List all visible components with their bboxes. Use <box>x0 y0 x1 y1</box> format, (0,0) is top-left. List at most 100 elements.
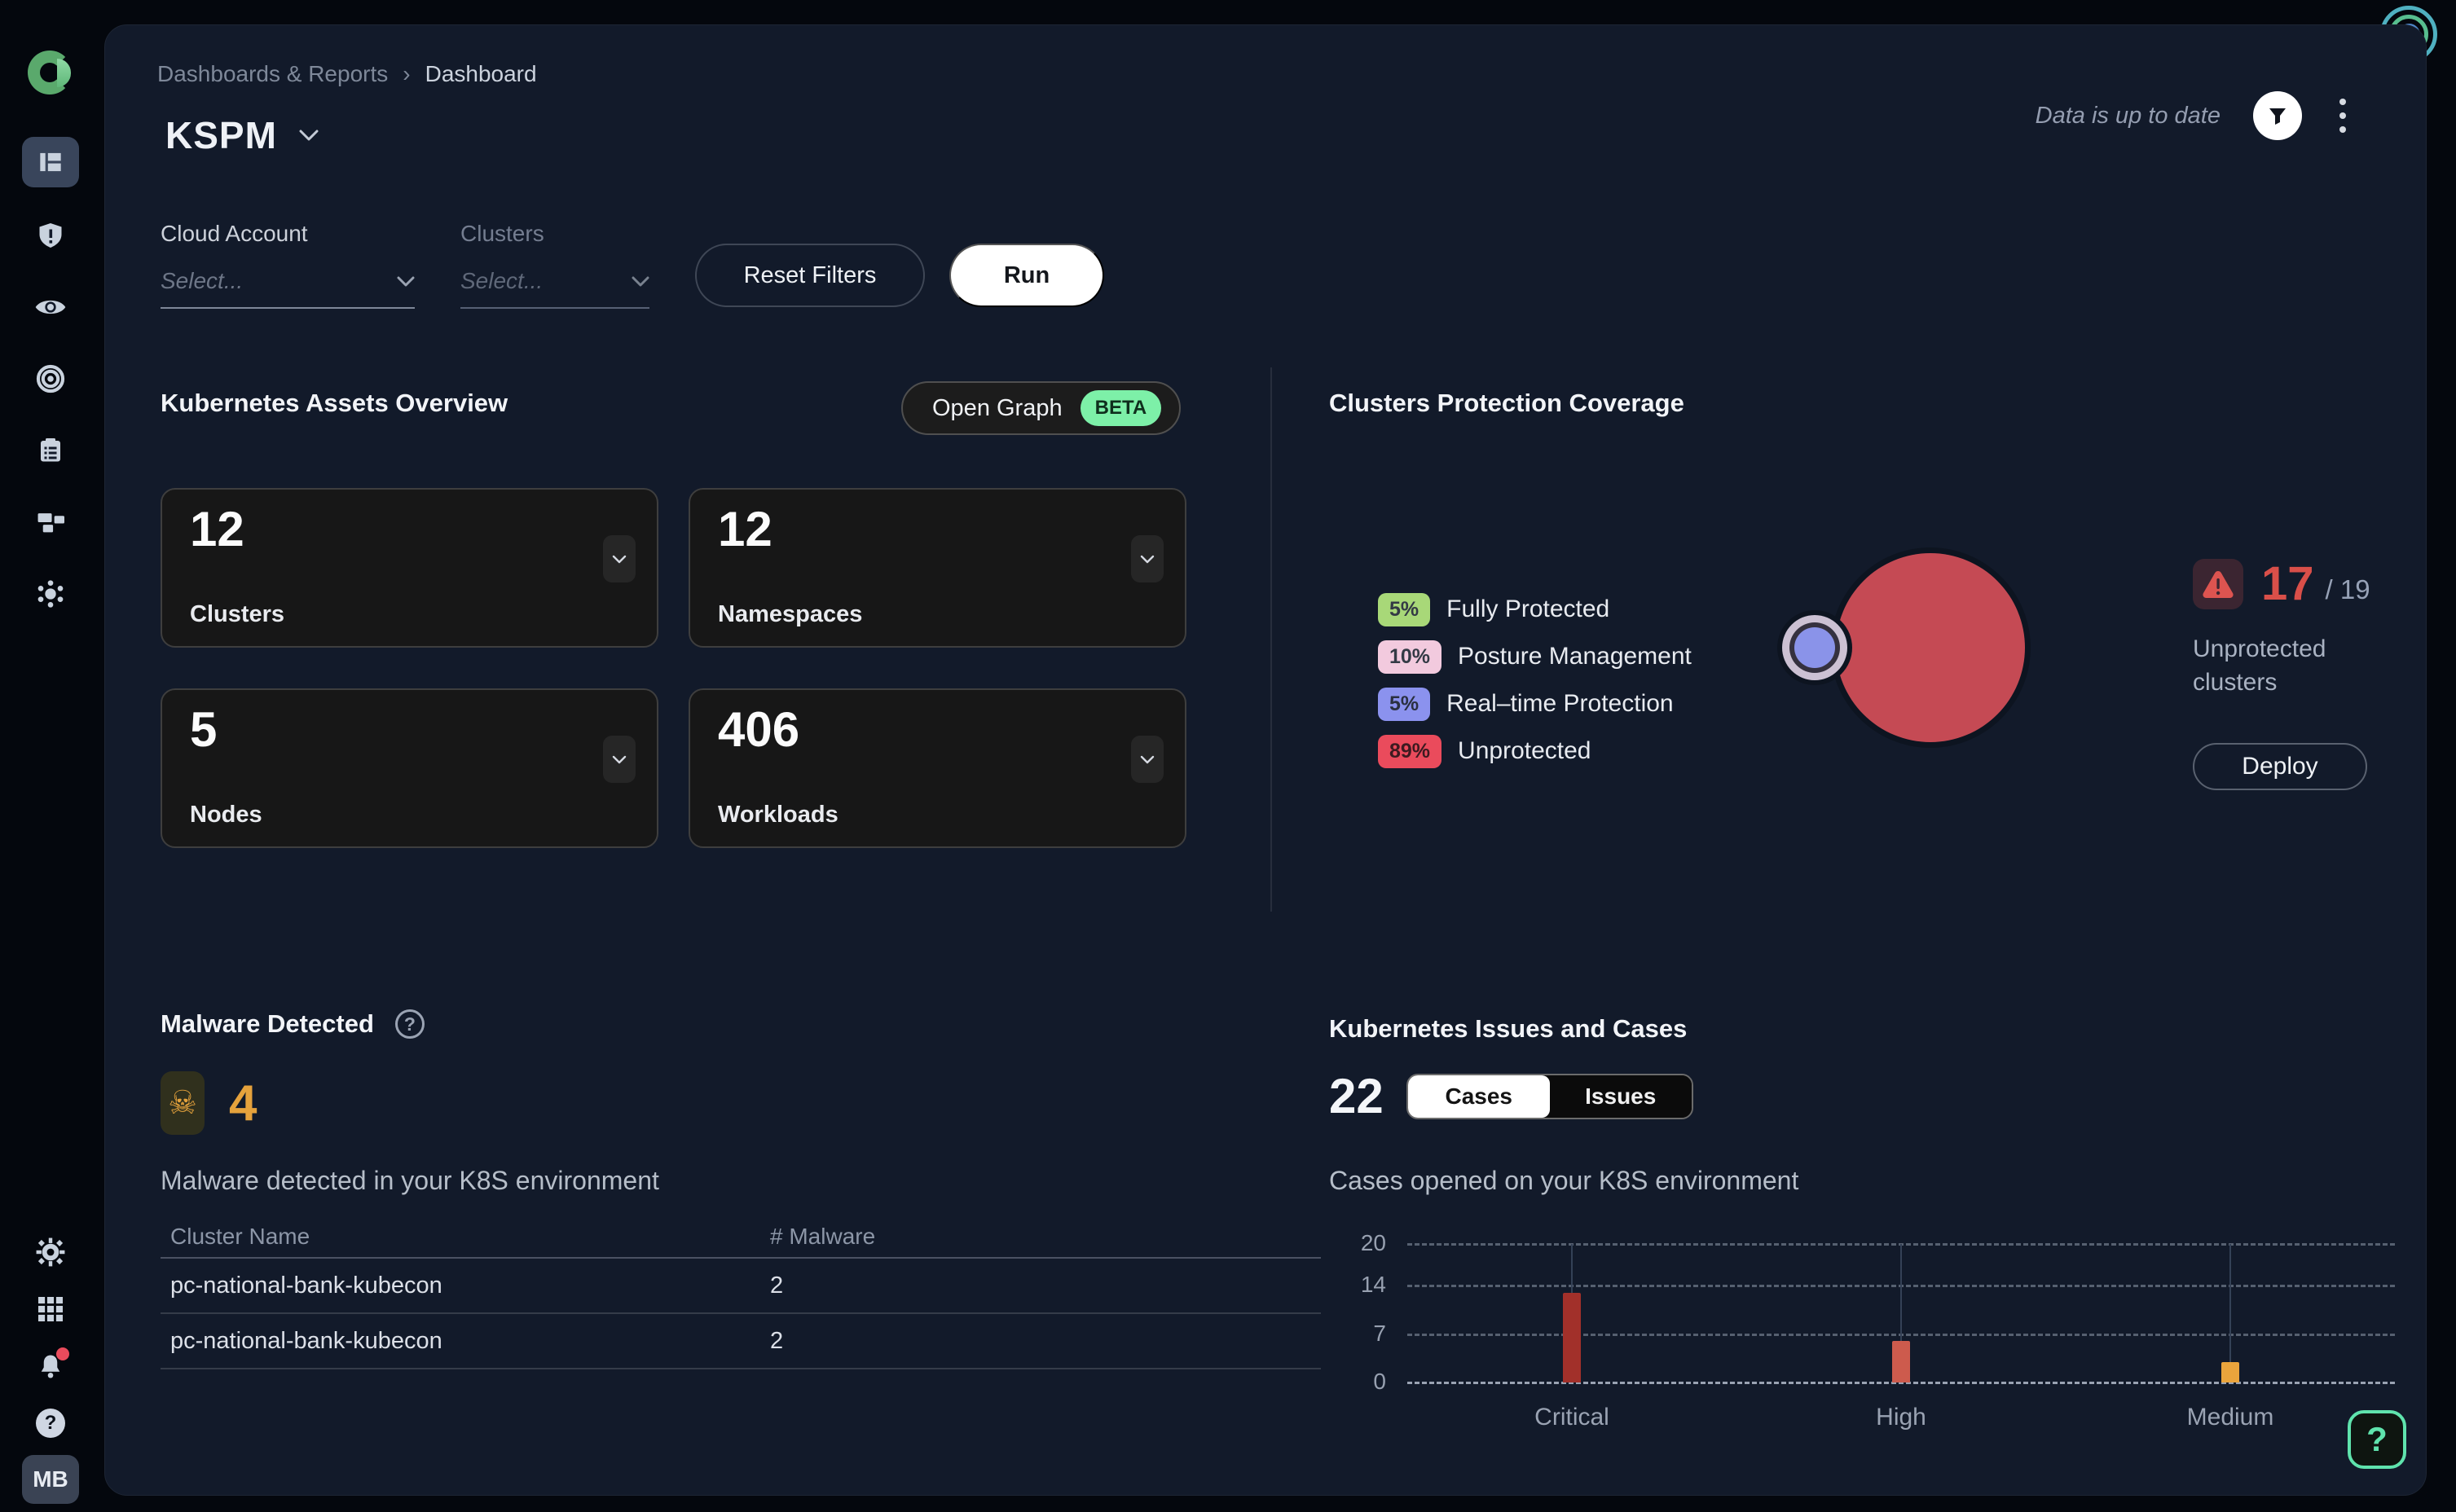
sidebar-item-notifications[interactable] <box>22 1341 79 1391</box>
expand-namespaces-button[interactable] <box>1131 535 1164 582</box>
sidebar-item-dashboards[interactable] <box>22 137 79 187</box>
deploy-button[interactable]: Deploy <box>2193 743 2367 790</box>
filter-button[interactable] <box>2253 91 2302 140</box>
unprotected-stat: 17 / 19 Unprotected clusters Deploy <box>2193 556 2405 790</box>
sidebar-item-inventory[interactable] <box>22 497 79 547</box>
bar-critical[interactable] <box>1563 1293 1581 1383</box>
malware-stat: ☠ 4 <box>161 1071 257 1135</box>
cases-count: 22 <box>1329 1068 1384 1124</box>
notification-dot <box>56 1347 69 1360</box>
section-divider <box>1270 367 1272 912</box>
status-row: Data is up to date <box>2036 90 2351 141</box>
nodes-card: 5 Nodes <box>161 688 658 848</box>
breadcrumb-parent[interactable]: Dashboards & Reports <box>157 61 388 87</box>
filters-bar: Cloud Account Select... Clusters Select.… <box>161 221 1104 309</box>
bar-chart-plot: CriticalHighMedium <box>1407 1244 2395 1382</box>
y-tick-label: 0 <box>1329 1369 1386 1395</box>
chevron-down-icon <box>397 276 415 287</box>
more-menu-button[interactable] <box>2335 94 2351 138</box>
namespaces-card: 12 Namespaces <box>689 488 1186 648</box>
legend-item: 5% Real–time Protection <box>1378 680 1692 727</box>
table-header-row: Cluster Name # Malware <box>161 1216 1321 1259</box>
warning-icon <box>2193 559 2243 609</box>
user-avatar[interactable]: MB <box>22 1455 79 1504</box>
cases-bar-chart: 071420 CriticalHighMedium <box>1329 1211 2413 1456</box>
sidebar-item-policies[interactable] <box>22 425 79 476</box>
cloud-account-select[interactable]: Select... <box>161 268 415 309</box>
open-graph-button[interactable]: Open Graph BETA <box>901 381 1181 435</box>
sidebar-item-apps[interactable] <box>22 1284 79 1334</box>
bar-high[interactable] <box>1892 1341 1910 1382</box>
run-button[interactable]: Run <box>949 244 1104 307</box>
breadcrumb: Dashboards & Reports › Dashboard <box>157 61 537 87</box>
bar-chart-ylabels: 071420 <box>1329 1244 1386 1382</box>
shield-alert-icon <box>36 221 65 250</box>
breadcrumb-separator: › <box>403 61 410 87</box>
data-status: Data is up to date <box>2036 103 2221 130</box>
clusters-filter: Clusters Select... <box>460 221 649 309</box>
cloud-account-label: Cloud Account <box>161 221 415 247</box>
target-icon <box>35 363 66 394</box>
blocks-icon <box>35 508 66 536</box>
assets-overview-title: Kubernetes Assets Overview <box>161 389 508 418</box>
panoptica-logo <box>28 47 80 99</box>
tab-issues[interactable]: Issues <box>1550 1075 1692 1118</box>
malware-description: Malware detected in your K8S environment <box>161 1166 659 1196</box>
protection-legend: 5% Fully Protected 10% Posture Managemen… <box>1378 586 1692 775</box>
eye-icon <box>34 296 67 319</box>
sidebar-item-posture[interactable] <box>22 210 79 261</box>
dashboard-icon <box>35 147 66 178</box>
gear-icon <box>35 1237 66 1268</box>
issues-cases-title: Kubernetes Issues and Cases <box>1329 1014 1687 1044</box>
dashboard-selector[interactable]: KSPM <box>165 113 319 157</box>
clipboard-list-icon <box>36 436 65 465</box>
breadcrumb-current: Dashboard <box>425 61 537 87</box>
page-title: KSPM <box>165 113 277 157</box>
clusters-card: 12 Clusters <box>161 488 658 648</box>
clusters-select[interactable]: Select... <box>460 268 649 309</box>
tab-cases[interactable]: Cases <box>1408 1075 1550 1118</box>
sidebar-item-help[interactable]: ? <box>22 1398 79 1448</box>
unprotected-bubble[interactable] <box>1836 553 2025 742</box>
y-tick-label: 7 <box>1329 1321 1386 1347</box>
cases-issues-toggle: Cases Issues <box>1406 1074 1693 1119</box>
chevron-down-icon <box>298 129 319 142</box>
expand-clusters-button[interactable] <box>603 535 636 582</box>
sidebar-item-detections[interactable] <box>22 354 79 404</box>
unprotected-total: / 19 <box>2326 574 2370 605</box>
main-panel: Dashboards & Reports › Dashboard KSPM Da… <box>104 24 2427 1496</box>
clusters-label: Clusters <box>460 221 649 247</box>
help-icon: ? <box>36 1409 65 1438</box>
reset-filters-button[interactable]: Reset Filters <box>695 244 925 307</box>
sidebar-item-visibility[interactable] <box>22 282 79 332</box>
table-row[interactable]: pc-national-bank-kubecon 2 <box>161 1314 1321 1369</box>
chevron-down-icon <box>632 276 649 287</box>
workloads-card: 406 Workloads <box>689 688 1186 848</box>
cloud-account-filter: Cloud Account Select... <box>161 221 415 309</box>
table-row[interactable]: pc-national-bank-kubecon 2 <box>161 1259 1321 1314</box>
malware-table: Cluster Name # Malware pc-national-bank-… <box>161 1216 1321 1369</box>
help-button[interactable]: ? <box>2348 1410 2406 1469</box>
realtime-protection-bubble[interactable] <box>1782 615 1847 680</box>
protection-coverage-title: Clusters Protection Coverage <box>1329 389 1684 418</box>
sidebar: ? MB <box>0 0 104 1512</box>
legend-item: 5% Fully Protected <box>1378 586 1692 633</box>
beta-badge: BETA <box>1081 390 1162 426</box>
grid-icon <box>36 1294 65 1324</box>
malware-count: 4 <box>229 1075 257 1132</box>
malware-title: Malware Detected <box>161 1009 374 1039</box>
funnel-icon <box>2267 105 2288 126</box>
help-tooltip-icon[interactable]: ? <box>395 1009 425 1039</box>
legend-item: 89% Unprotected <box>1378 727 1692 775</box>
sidebar-item-integrations[interactable] <box>22 569 79 619</box>
expand-workloads-button[interactable] <box>1131 736 1164 783</box>
y-tick-label: 20 <box>1329 1230 1386 1256</box>
x-tick-label: High <box>1876 1404 1926 1431</box>
sidebar-item-settings[interactable] <box>22 1227 79 1277</box>
expand-nodes-button[interactable] <box>603 736 636 783</box>
legend-item: 10% Posture Management <box>1378 633 1692 680</box>
x-tick-label: Critical <box>1534 1404 1609 1431</box>
cases-description: Cases opened on your K8S environment <box>1329 1166 1798 1196</box>
bar-medium[interactable] <box>2221 1362 2239 1383</box>
skull-icon: ☠ <box>161 1071 205 1135</box>
